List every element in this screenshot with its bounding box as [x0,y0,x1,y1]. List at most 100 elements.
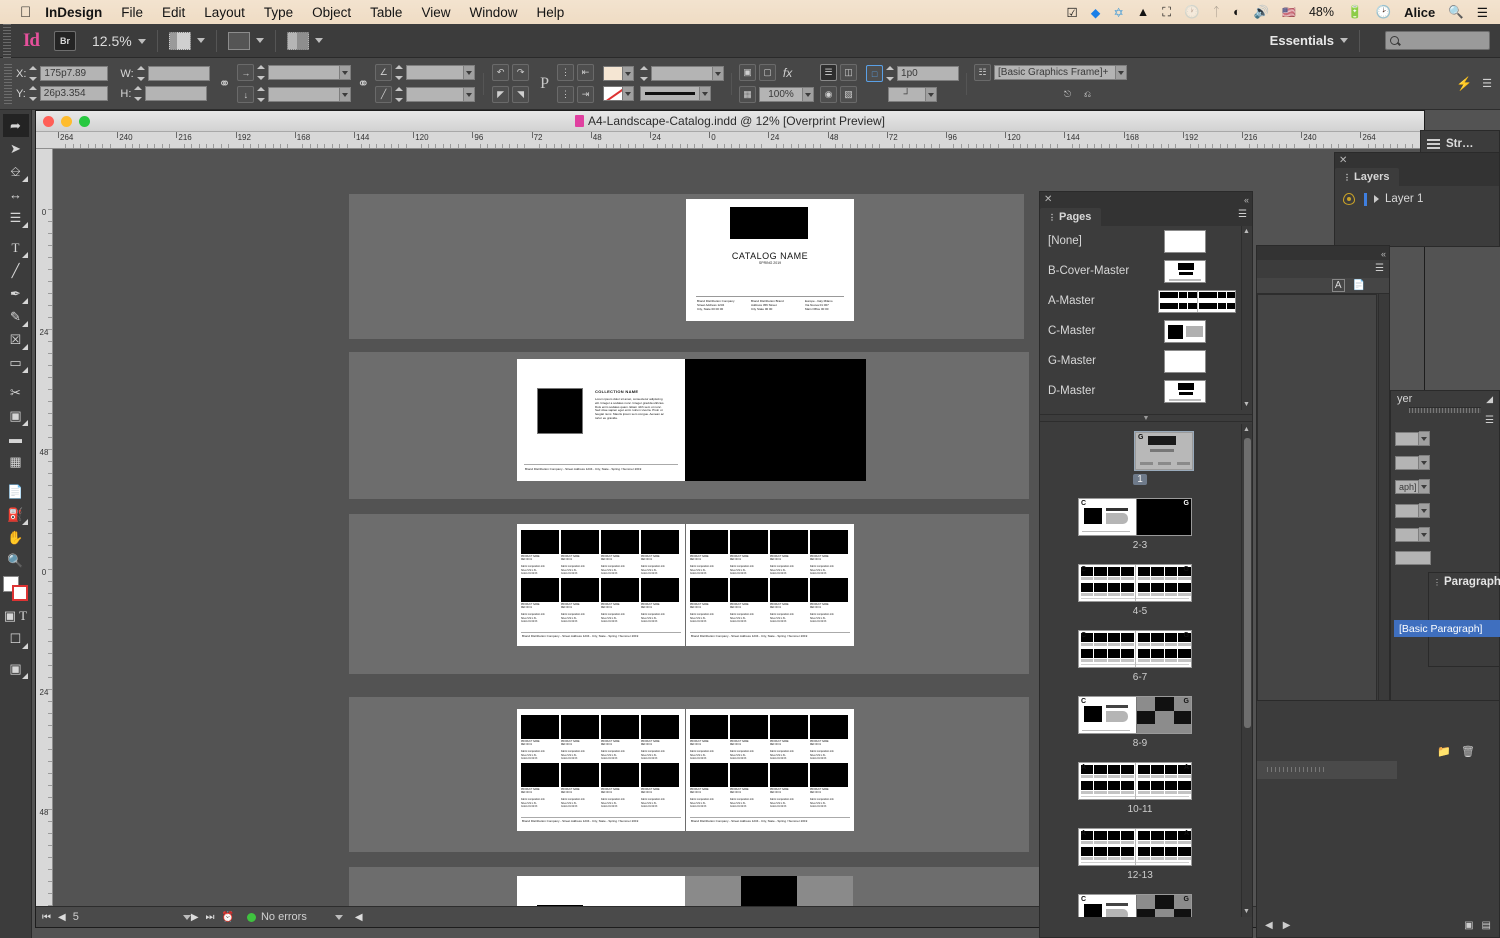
tab-layers[interactable]: ⋮ Layers [1335,168,1400,186]
masters-scrollbar[interactable]: ▲ ▼ [1241,226,1252,410]
text-wrap-jump-icon[interactable]: ▧ [840,86,858,103]
selection-tool[interactable]: ➦ [2,114,29,137]
page-3[interactable] [685,359,866,481]
new-folder-icon[interactable]: 📁 [1437,745,1451,758]
product-image-block[interactable] [561,715,599,739]
spread-thumbnail[interactable]: CG [1078,630,1192,668]
product-image-block[interactable] [730,578,768,602]
x-stepper[interactable] [29,66,38,81]
timemachine-icon[interactable]: 🕐 [1184,5,1200,20]
checkmark-circle-icon[interactable]: ☑ [1067,5,1078,20]
horizontal-ruler[interactable]: 264 240 216 192 168 144 120 96 72 48 24 0 24 48 72 96 12… [36,132,1424,149]
clock-icon[interactable]: 🕑 [1376,5,1392,20]
stroke-swatch-icon[interactable] [11,585,28,601]
swatch-field-row[interactable]: aph] [1395,479,1495,494]
swatch-field-row[interactable] [1395,455,1495,470]
transparency-icon[interactable]: ▦ [739,86,757,103]
eye-visibility-icon[interactable] [1343,193,1355,205]
menu-object[interactable]: Object [312,5,351,20]
workspace-switcher[interactable]: Essentials [1270,33,1334,48]
gradient-swatch-tool[interactable]: ▬ [3,427,29,450]
text-wrap-shape-icon[interactable]: ◉ [820,86,838,103]
master-row-a-master[interactable]: A-Master [1040,286,1240,316]
direct-selection-tool[interactable]: ➤ [3,137,29,160]
product-image-block[interactable] [810,530,848,554]
layer-row-layer-1[interactable]: Layer 1 [1335,186,1499,212]
menu-app-name[interactable]: InDesign [45,5,102,20]
master-row-d-master[interactable]: D-Master [1040,376,1240,406]
scroll-down-icon[interactable]: ▼ [1243,908,1250,915]
product-image-block[interactable] [810,763,848,787]
free-transform-tool[interactable]: ▣ [3,404,29,427]
shear-dropdown[interactable] [464,87,476,102]
fill-stroke-proxy[interactable] [2,576,29,602]
page-1[interactable]: CATALOG NAME SPRING 2019 Brand Distribut… [686,199,854,321]
paragraph-styles-title[interactable]: Paragraph [1444,576,1500,588]
scale-y-stepper[interactable] [257,87,266,102]
opacity-dropdown[interactable] [803,87,815,102]
frame-fitting-icon[interactable]: □ [866,65,884,82]
master-thumbnail[interactable] [1164,350,1206,373]
product-image-block[interactable] [730,763,768,787]
appbar-grip[interactable] [0,23,14,58]
object-style-dropdown[interactable] [1116,65,1128,80]
quick-apply-icon[interactable]: ☷ [974,64,992,81]
spread-thumbnail[interactable]: CG [1078,564,1192,602]
page-number-field[interactable]: 5 [73,911,79,923]
x-input[interactable]: 175p7.89 [40,66,109,81]
shear-input[interactable] [406,87,465,102]
pages-spread-item[interactable]: G1 [1040,432,1240,492]
pen-tool[interactable]: ✒ [3,282,29,305]
container-selector-icon[interactable]: ▣ [739,64,757,81]
search-input[interactable] [1385,31,1490,50]
fill-color-swatch[interactable] [603,66,624,81]
panel-menu-icon[interactable]: ☰ [1485,416,1494,426]
constrain-proportions-icon[interactable]: ⚭ [219,75,231,92]
last-page-icon[interactable]: ⏭ [206,912,215,923]
content-selector-icon[interactable]: ▢ [759,64,777,81]
scroll-up-icon[interactable]: ▲ [1243,228,1250,235]
chevron-right-icon[interactable] [1374,195,1379,203]
spotlight-search-icon[interactable]: 🔍 [1448,5,1464,20]
spread-thumbnail[interactable]: AA [1078,762,1192,800]
stroke-panel-title[interactable]: Str… [1446,138,1473,150]
product-image-block[interactable] [770,578,808,602]
stroke-style-preview[interactable] [640,86,701,101]
spread-thumbnail[interactable]: CG [1078,498,1192,536]
spread-thumbnail[interactable]: CG [1078,696,1192,734]
pages-panel-splitter[interactable]: ▼ [1040,414,1252,422]
scale-x-input[interactable] [268,65,341,80]
product-image-block[interactable] [641,715,679,739]
controlbar-grip[interactable] [0,57,16,110]
pages-spread-item[interactable]: A A 10-11 [1040,762,1240,822]
distribute-right-icon[interactable]: ⇥ [577,86,595,103]
pages-spread-item[interactable]: C G 6-7 [1040,630,1240,690]
page-tool[interactable]: ⎒ [3,160,29,183]
line-tool[interactable]: ╱ [3,259,29,282]
product-image-block[interactable] [561,763,599,787]
dropbox-icon[interactable]: ◆ [1091,5,1101,20]
chevron-down-icon[interactable] [1340,38,1348,43]
product-image-block[interactable] [521,715,559,739]
first-page-icon[interactable]: ⏮ [42,912,51,923]
previous-icon[interactable]: ◀ [1265,920,1273,931]
pages-spread-item[interactable]: A A 12-13 [1040,828,1240,888]
controlbar-menu-icon[interactable]: ☰ [1482,77,1492,90]
scale-x-stepper[interactable] [257,65,266,80]
scroll-left-icon[interactable]: ◀ [355,912,363,923]
cover-image-block[interactable] [730,207,808,239]
text-wrap-none-icon[interactable]: ☰ [820,64,838,81]
stroke-color-swatch[interactable] [603,86,624,101]
align-top-icon[interactable]: ⋮ [557,64,575,81]
formatting-affects-container-icon[interactable]: ▣ T [3,604,29,627]
gap-tool[interactable]: ↔ [3,183,29,206]
spread-4-5[interactable]: PRODUCT NAME REF 00 01 Fabric composition … [349,514,1029,674]
swatch-field-row[interactable] [1395,551,1495,565]
spread-8-9[interactable]: COLLECTION NAME [349,867,1039,906]
user-name-label[interactable]: Alice [1404,5,1435,20]
spread-2-3[interactable]: COLLECTION NAME Lorem ipsum dolor sit am… [349,352,1029,499]
corner-shape-preview[interactable]: ┘ [888,87,927,102]
product-image-block[interactable] [690,763,728,787]
menu-table[interactable]: Table [370,5,402,20]
page-2[interactable]: COLLECTION NAME Lorem ipsum dolor sit am… [517,359,685,481]
